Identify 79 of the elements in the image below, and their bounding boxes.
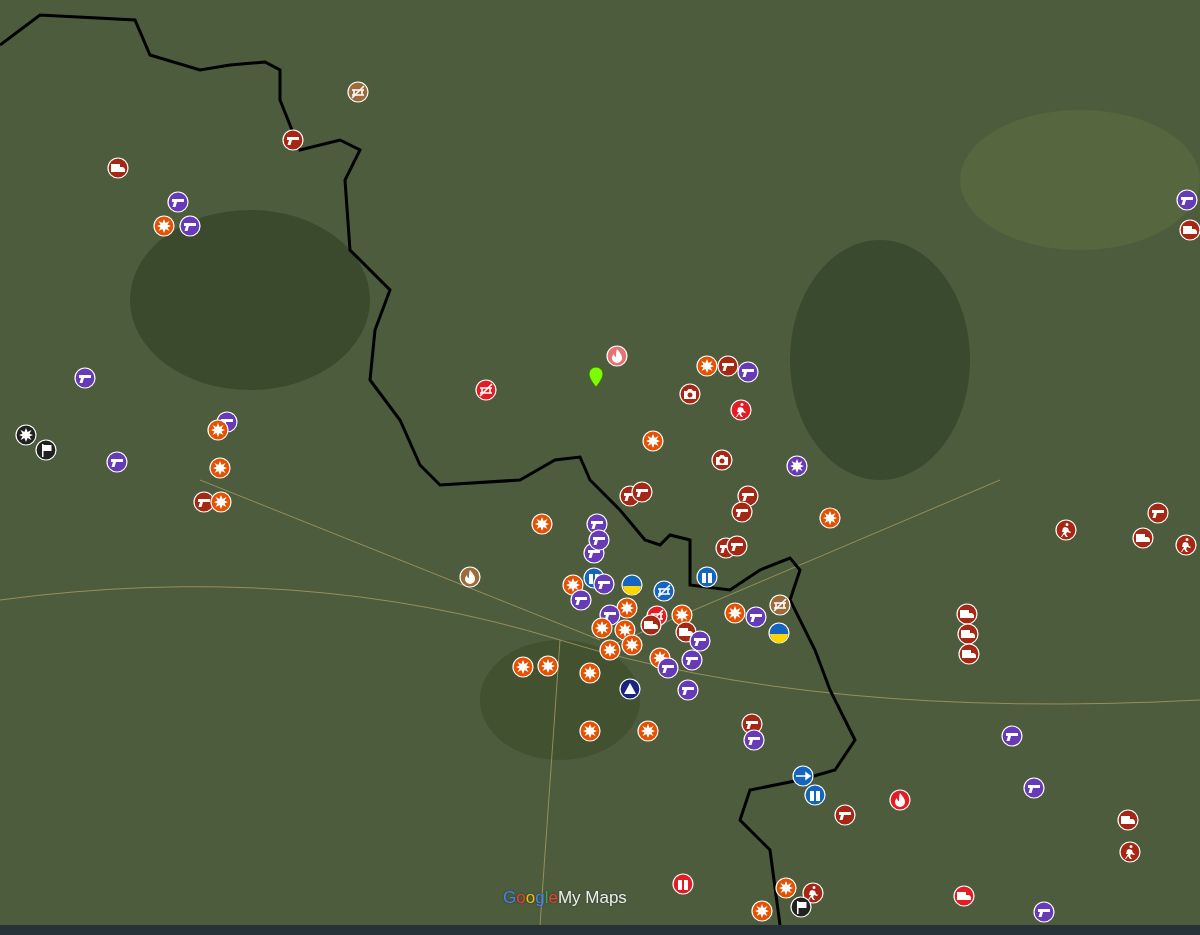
burst-marker-icon[interactable]: [637, 720, 659, 742]
burst-marker-icon[interactable]: [531, 513, 553, 535]
warning-marker-icon[interactable]: [619, 678, 641, 700]
camera-marker-icon[interactable]: [711, 449, 733, 471]
pistol-marker-icon[interactable]: [689, 630, 711, 652]
pistol-marker-icon[interactable]: [726, 535, 748, 557]
map-logo: GoogleMy Maps: [503, 888, 627, 908]
truck-marker-icon[interactable]: [1179, 219, 1200, 241]
fire-marker-icon[interactable]: [889, 789, 911, 811]
cylinder-marker-icon[interactable]: [672, 873, 694, 895]
truck-marker-icon[interactable]: [1132, 527, 1154, 549]
truck-marker-icon[interactable]: [956, 603, 978, 625]
fire-marker-icon[interactable]: [459, 566, 481, 588]
pistol-marker-icon[interactable]: [1033, 901, 1055, 923]
burst-marker-icon[interactable]: [207, 419, 229, 441]
truck-marker-icon[interactable]: [958, 643, 980, 665]
pistol-marker-icon[interactable]: [745, 606, 767, 628]
pistol-marker-icon[interactable]: [681, 649, 703, 671]
burst-marker-icon[interactable]: [15, 424, 37, 446]
pistol-marker-icon[interactable]: [588, 529, 610, 551]
burst-marker-icon[interactable]: [786, 455, 808, 477]
pistol-marker-icon[interactable]: [731, 501, 753, 523]
crossed-bridge-marker-icon[interactable]: [475, 379, 497, 401]
burst-marker-icon[interactable]: [642, 430, 664, 452]
pistol-marker-icon[interactable]: [737, 361, 759, 383]
pistol-marker-icon[interactable]: [677, 679, 699, 701]
burst-marker-icon[interactable]: [599, 639, 621, 661]
burst-marker-icon[interactable]: [579, 720, 601, 742]
pistol-marker-icon[interactable]: [74, 367, 96, 389]
burst-marker-icon[interactable]: [591, 617, 613, 639]
flag-marker-icon[interactable]: [768, 622, 790, 644]
cylinder-marker-icon[interactable]: [696, 566, 718, 588]
running-person-marker-icon[interactable]: [730, 399, 752, 421]
flag-marker-icon[interactable]: [35, 439, 57, 461]
flag-marker-icon[interactable]: [790, 896, 812, 918]
cylinder-marker-icon[interactable]: [804, 784, 826, 806]
burst-marker-icon[interactable]: [153, 215, 175, 237]
pistol-marker-icon[interactable]: [282, 129, 304, 151]
fire-marker-icon[interactable]: [606, 345, 628, 367]
burst-marker-icon[interactable]: [579, 662, 601, 684]
pistol-marker-icon[interactable]: [834, 804, 856, 826]
burst-marker-icon[interactable]: [775, 877, 797, 899]
running-person-marker-icon[interactable]: [1119, 841, 1141, 863]
arrow-marker-icon[interactable]: [792, 765, 814, 787]
pistol-marker-icon[interactable]: [743, 729, 765, 751]
pistol-marker-icon[interactable]: [593, 573, 615, 595]
burst-marker-icon[interactable]: [210, 491, 232, 513]
burst-marker-icon[interactable]: [621, 634, 643, 656]
pistol-marker-icon[interactable]: [717, 355, 739, 377]
truck-marker-icon[interactable]: [953, 885, 975, 907]
pistol-marker-icon[interactable]: [570, 589, 592, 611]
truck-marker-icon[interactable]: [640, 614, 662, 636]
crossed-bridge-marker-icon[interactable]: [347, 81, 369, 103]
running-person-marker-icon[interactable]: [1175, 534, 1197, 556]
pistol-marker-icon[interactable]: [657, 657, 679, 679]
truck-marker-icon[interactable]: [957, 623, 979, 645]
burst-marker-icon[interactable]: [512, 656, 534, 678]
pistol-marker-icon[interactable]: [1147, 502, 1169, 524]
pistol-marker-icon[interactable]: [1176, 189, 1198, 211]
flag-marker-icon[interactable]: [621, 574, 643, 596]
pistol-marker-icon[interactable]: [1001, 725, 1023, 747]
crossed-bridge-marker-icon[interactable]: [653, 580, 675, 602]
burst-marker-icon[interactable]: [537, 655, 559, 677]
truck-marker-icon[interactable]: [107, 157, 129, 179]
crossed-bridge-marker-icon[interactable]: [769, 594, 791, 616]
burst-marker-icon[interactable]: [209, 457, 231, 479]
pistol-marker-icon[interactable]: [179, 215, 201, 237]
running-person-marker-icon[interactable]: [1055, 519, 1077, 541]
truck-marker-icon[interactable]: [1117, 809, 1139, 831]
burst-marker-icon[interactable]: [696, 355, 718, 377]
pistol-marker-icon[interactable]: [631, 481, 653, 503]
burst-marker-icon[interactable]: [751, 900, 773, 922]
pistol-marker-icon[interactable]: [106, 451, 128, 473]
pistol-marker-icon[interactable]: [167, 191, 189, 213]
burst-marker-icon[interactable]: [819, 507, 841, 529]
burst-marker-icon[interactable]: [724, 602, 746, 624]
pistol-marker-icon[interactable]: [1023, 777, 1045, 799]
camera-marker-icon[interactable]: [679, 383, 701, 405]
map-pin-icon[interactable]: [585, 366, 607, 388]
